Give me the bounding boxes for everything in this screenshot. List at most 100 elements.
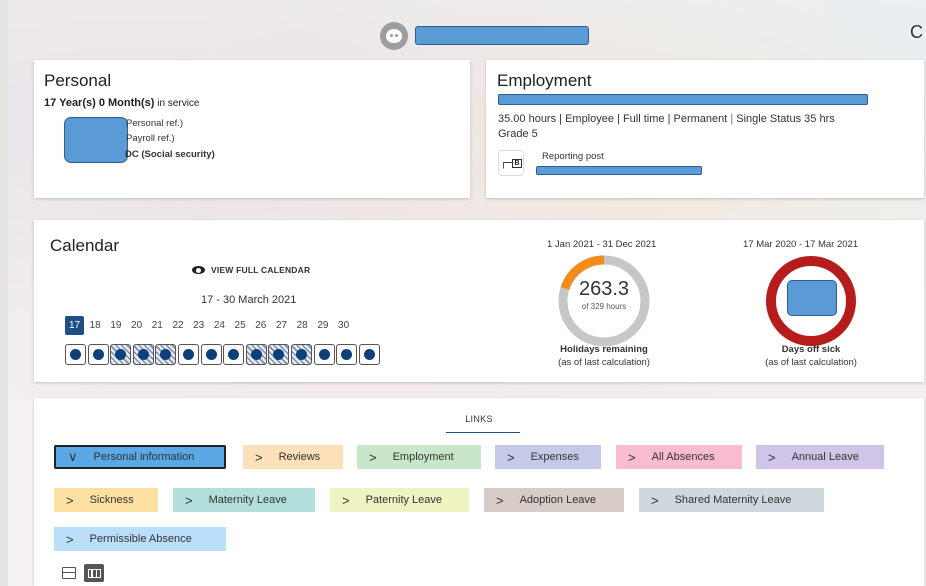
chevron-down-icon: ∨ [68, 449, 78, 464]
calendar-day-marker[interactable] [132, 344, 154, 365]
sickness-period: 17 Mar 2020 - 17 Mar 2021 [743, 239, 859, 250]
calendar-day[interactable]: 17 [65, 316, 84, 335]
availability-dot-icon [273, 349, 285, 360]
link-chip-label: Employment [392, 451, 454, 463]
availability-dot-icon [160, 349, 172, 360]
link-chip-label: Annual Leave [791, 451, 859, 463]
link-chip-label: Reviews [278, 451, 321, 463]
link-chip-reviews[interactable]: > Reviews [243, 445, 343, 469]
calendar-day[interactable]: 21 [148, 316, 167, 335]
profile-photo-redacted [64, 117, 128, 163]
calendar-day-marker[interactable] [291, 344, 312, 365]
days-off-sick-redacted [787, 280, 837, 316]
calendar-day[interactable]: 22 [169, 316, 188, 335]
chevron-right-icon: > [185, 492, 193, 508]
calendar-title: Calendar [50, 236, 119, 255]
availability-dot-icon [341, 349, 353, 360]
links-tab-underline [446, 432, 520, 433]
link-chip-permissible-absence[interactable]: > Permissible Absence [54, 527, 226, 551]
calendar-range: 17 - 30 March 2021 [201, 294, 297, 306]
calendar-day[interactable]: 24 [210, 316, 229, 335]
availability-dot-icon [92, 349, 104, 360]
calendar-day[interactable]: 18 [86, 316, 105, 335]
employment-details: 35.00 hours | Employee | Full time | Per… [498, 113, 835, 140]
chevron-right-icon: > [66, 531, 74, 547]
links-tab[interactable]: LINKS [34, 414, 924, 424]
calendar-day-marker[interactable] [358, 344, 380, 365]
calendar-day[interactable]: 27 [272, 316, 291, 335]
calendar-day-marker[interactable] [268, 344, 290, 365]
link-chip-expenses[interactable]: > Expenses [495, 445, 601, 469]
employment-details-line1b: Single Status 35 hrs [736, 113, 835, 125]
personal-card: Personal 17 Year(s) 0 Month(s) in servic… [34, 60, 470, 198]
link-chip-adoption-leave[interactable]: > Adoption Leave [484, 488, 624, 512]
calendar-day[interactable]: 28 [293, 316, 312, 335]
calendar-day-marker[interactable] [245, 344, 267, 365]
calendar-day-marker[interactable] [178, 344, 199, 365]
calendar-day-marker[interactable] [223, 344, 245, 365]
employment-details-line1: 35.00 hours | Employee | Full time | Per… [498, 113, 728, 125]
chevron-right-icon: > [369, 449, 377, 465]
view-full-calendar-button[interactable]: VIEW FULL CALENDAR [192, 265, 310, 275]
calendar-day-marker[interactable] [65, 344, 86, 365]
calendar-day[interactable]: 26 [251, 316, 270, 335]
availability-dot-icon [115, 349, 127, 360]
link-chip-label: Expenses [530, 451, 579, 463]
sickness-sub: (as of last calculation) [765, 357, 857, 368]
availability-dot-icon [70, 349, 81, 360]
link-chip-label: All Absences [651, 451, 715, 463]
link-chip-all-absences[interactable]: > All Absences [616, 445, 742, 469]
calendar-day-marker[interactable] [200, 344, 222, 365]
personal-title: Personal [44, 71, 112, 90]
link-chip-personal-information[interactable]: ∨ Personal information [54, 445, 226, 469]
link-chip-shared-maternity-leave[interactable]: > Shared Maternity Leave [639, 488, 824, 512]
reporting-post-icon: ┌─ B [498, 150, 524, 176]
chevron-right-icon: > [628, 449, 636, 465]
link-chip-label: Shared Maternity Leave [674, 494, 792, 506]
calendar-day[interactable]: 23 [189, 316, 208, 335]
list-view-icon[interactable] [62, 567, 76, 579]
calendar-day[interactable]: 29 [313, 316, 332, 335]
calendar-day-marker[interactable] [155, 344, 177, 365]
link-chip-label: Adoption Leave [519, 494, 597, 506]
employment-card: Employment 35.00 hours | Employee | Full… [486, 60, 924, 198]
calendar-day-marker[interactable] [336, 344, 358, 365]
reporting-post-redacted[interactable] [536, 166, 702, 175]
link-chip-maternity-leave[interactable]: > Maternity Leave [173, 488, 315, 512]
calendar-day[interactable]: 19 [106, 316, 125, 335]
link-chip-annual-leave[interactable]: > Annual Leave [756, 445, 884, 469]
availability-dot-icon [228, 349, 240, 360]
calendar-day[interactable]: 20 [127, 316, 146, 335]
availability-dot-icon [296, 349, 307, 360]
availability-dot-icon [318, 349, 330, 360]
calendar-day[interactable]: 30 [334, 316, 353, 335]
user-avatar-icon[interactable] [380, 22, 408, 50]
calendar-day-marker[interactable] [110, 344, 132, 365]
page: C Personal 17 Year(s) 0 Month(s) in serv… [8, 0, 926, 586]
grid-view-icon[interactable] [84, 564, 104, 582]
availability-dot-icon [363, 349, 375, 360]
link-chip-paternity-leave[interactable]: > Paternity Leave [330, 488, 469, 512]
employee-name-redacted [415, 26, 589, 45]
header: C [8, 0, 926, 56]
calendar-day-marker[interactable] [313, 344, 335, 365]
chevron-right-icon: > [651, 492, 659, 508]
view-full-calendar-label: VIEW FULL CALENDAR [211, 265, 311, 275]
chevron-right-icon: > [66, 492, 74, 508]
link-chip-label: Sickness [89, 494, 134, 506]
employment-title: Employment [497, 71, 592, 90]
links-card: LINKS ∨ Personal information > Reviews > Empl… [34, 398, 924, 586]
link-chip-label: Permissible Absence [89, 533, 192, 545]
refresh-icon[interactable]: C [910, 22, 923, 43]
calendar-day-marker[interactable] [87, 344, 109, 365]
calendar-day[interactable]: 25 [231, 316, 250, 335]
social-security: DC (Social security) [125, 149, 215, 160]
left-edge [0, 0, 8, 586]
holidays-gauge-used [558, 255, 650, 347]
link-chip-sickness[interactable]: > Sickness [54, 488, 158, 512]
link-chip-employment[interactable]: > Employment [357, 445, 481, 469]
link-chip-label: Paternity Leave [365, 494, 443, 506]
chevron-right-icon: > [507, 449, 515, 465]
availability-dot-icon [205, 349, 217, 360]
holidays-label: Holidays remaining [560, 344, 648, 355]
